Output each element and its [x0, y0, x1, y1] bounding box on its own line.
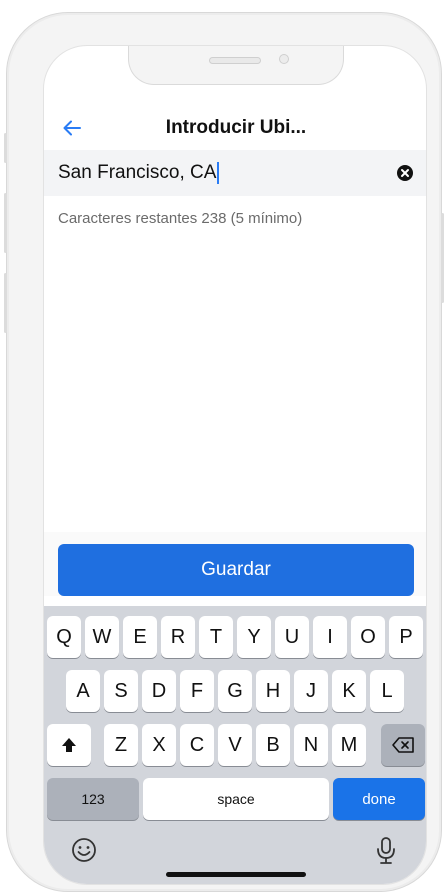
key-u[interactable]: U	[275, 616, 309, 658]
key-w[interactable]: W	[85, 616, 119, 658]
key-c[interactable]: C	[180, 724, 214, 766]
side-button-volume-up	[4, 193, 7, 253]
page-title: Introducir Ubi...	[165, 117, 307, 138]
microphone-icon	[377, 837, 395, 864]
key-a[interactable]: A	[66, 670, 100, 712]
home-indicator[interactable]	[166, 872, 306, 877]
key-h[interactable]: H	[256, 670, 290, 712]
key-j[interactable]: J	[294, 670, 328, 712]
key-x[interactable]: X	[142, 724, 176, 766]
save-area: Guardar	[44, 532, 426, 596]
microphone-button[interactable]	[374, 836, 402, 866]
key-k[interactable]: K	[332, 670, 366, 712]
key-n[interactable]: N	[294, 724, 328, 766]
clear-input-button[interactable]	[396, 164, 414, 182]
emoji-icon	[72, 838, 96, 862]
side-button-silent	[4, 133, 7, 163]
side-button-power	[441, 213, 444, 303]
side-button-volume-down	[4, 273, 7, 333]
shift-key[interactable]	[47, 724, 91, 766]
screen: Introducir Ubi... San Francisco, CA Cara…	[43, 45, 427, 885]
key-o[interactable]: O	[351, 616, 385, 658]
key-f[interactable]: F	[180, 670, 214, 712]
key-g[interactable]: G	[218, 670, 252, 712]
shift-arrow-icon	[62, 738, 76, 752]
key-e[interactable]: E	[123, 616, 157, 658]
emoji-button[interactable]	[70, 836, 100, 866]
key-v[interactable]: V	[218, 724, 252, 766]
delete-key[interactable]	[381, 724, 425, 766]
backspace-icon	[392, 737, 414, 753]
key-r[interactable]: R	[161, 616, 195, 658]
key-t[interactable]: T	[199, 616, 233, 658]
key-m[interactable]: M	[332, 724, 366, 766]
location-input[interactable]: San Francisco, CA	[58, 150, 368, 196]
key-l[interactable]: L	[370, 670, 404, 712]
notch	[128, 46, 344, 85]
location-input-value: San Francisco, CA	[58, 162, 217, 183]
text-caret	[217, 162, 220, 184]
speaker	[209, 57, 261, 64]
key-z[interactable]: Z	[104, 724, 138, 766]
keyboard: Q W E R T Y U I O P A S D F G H J K L Z …	[44, 606, 426, 884]
numbers-key[interactable]: 123	[47, 778, 139, 820]
nav-header: Introducir Ubi...	[44, 106, 426, 150]
close-circle-icon	[397, 165, 413, 181]
camera	[279, 54, 289, 64]
characters-remaining-text: Caracteres restantes 238 (5 mínimo)	[58, 210, 303, 227]
phone-frame: Introducir Ubi... San Francisco, CA Cara…	[4, 12, 444, 892]
key-q[interactable]: Q	[47, 616, 81, 658]
key-s[interactable]: S	[104, 670, 138, 712]
save-button[interactable]: Guardar	[58, 544, 414, 596]
location-input-row: San Francisco, CA	[44, 150, 426, 196]
done-key[interactable]: done	[333, 778, 425, 820]
key-b[interactable]: B	[256, 724, 290, 766]
key-d[interactable]: D	[142, 670, 176, 712]
key-i[interactable]: I	[313, 616, 347, 658]
key-p[interactable]: P	[389, 616, 423, 658]
key-y[interactable]: Y	[237, 616, 271, 658]
space-key[interactable]: space	[143, 778, 329, 820]
